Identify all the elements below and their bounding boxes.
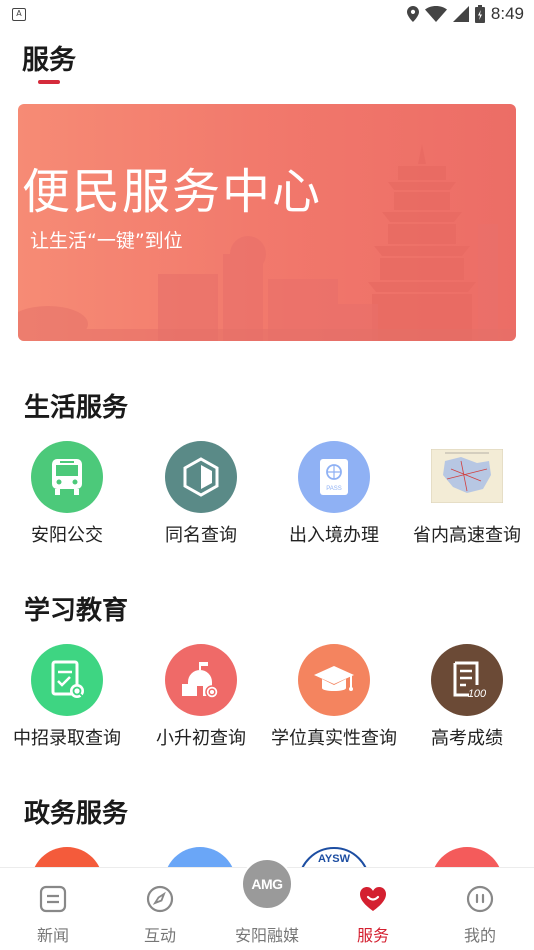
location-icon xyxy=(406,6,419,22)
tab-label: 新闻 xyxy=(36,926,69,945)
banner-subtitle: 让生活“一键”到位 xyxy=(30,230,183,252)
tab-label: 互动 xyxy=(143,926,176,945)
service-degree-verification[interactable]: 学位真实性查询 xyxy=(267,644,401,754)
bus-icon xyxy=(31,441,103,513)
score-paper-icon: 100 xyxy=(431,644,503,716)
wifi-icon xyxy=(424,6,447,22)
government-item-4-icon[interactable] xyxy=(431,847,503,867)
shield-icon xyxy=(165,441,237,513)
service-label: 同名查询 xyxy=(165,525,237,546)
battery-icon xyxy=(474,5,485,23)
tab-news[interactable]: 新闻 xyxy=(0,868,106,950)
compass-icon xyxy=(146,885,174,913)
tab-interaction[interactable]: 互动 xyxy=(107,868,213,950)
government-item-3-text: AYSW xyxy=(318,853,350,865)
tab-label: 服务 xyxy=(356,926,389,945)
status-time: 8:49 xyxy=(490,4,524,23)
education-services-row: 中招录取查询 小升初查询 学位真实性查询 100 高考成绩 xyxy=(0,644,534,754)
profile-icon xyxy=(466,885,494,913)
signal-icon xyxy=(452,6,469,22)
tab-label: 安阳融媒 xyxy=(234,926,299,945)
status-icons: 8:49 xyxy=(406,3,524,25)
government-item-1-icon[interactable] xyxy=(31,847,103,867)
tab-services[interactable]: 服务 xyxy=(320,868,426,950)
government-item-2-icon[interactable] xyxy=(164,847,236,867)
school-icon xyxy=(165,644,237,716)
notification-icon: A xyxy=(12,8,26,21)
graduation-cap-icon xyxy=(298,644,370,716)
banner-skyline-illustration xyxy=(18,144,516,341)
service-label: 高考成绩 xyxy=(431,728,503,749)
service-primary-to-middle[interactable]: 小升初查询 xyxy=(134,644,268,754)
service-anyang-bus[interactable]: 安阳公交 xyxy=(0,441,134,551)
service-exit-entry[interactable]: PASS 出入境办理 xyxy=(267,441,401,551)
heart-icon xyxy=(360,887,386,911)
service-label: 省内高速查询 xyxy=(413,525,521,546)
service-high-school-admission[interactable]: 中招录取查询 xyxy=(0,644,134,754)
document-check-icon xyxy=(31,644,103,716)
service-highway-query[interactable]: 省内高速查询 xyxy=(400,441,534,551)
service-label: 中招录取查询 xyxy=(13,728,121,749)
service-label: 学位真实性查询 xyxy=(271,728,397,749)
svg-text:PASS: PASS xyxy=(326,486,342,492)
status-bar: A 8:49 xyxy=(0,0,534,30)
service-label: 小升初查询 xyxy=(156,728,246,749)
service-same-name-query[interactable]: 同名查询 xyxy=(134,441,268,551)
logo-icon[interactable]: AMG xyxy=(241,858,293,910)
service-banner[interactable]: 便民服务中心 让生活“一键”到位 xyxy=(18,104,516,341)
banner-title: 便民服务中心 xyxy=(22,164,323,220)
section-title-education: 学习教育 xyxy=(24,596,129,626)
section-title-government: 政务服务 xyxy=(24,799,129,829)
title-underline xyxy=(38,80,60,84)
tab-mine[interactable]: 我的 xyxy=(427,868,533,950)
map-icon xyxy=(431,449,503,503)
service-college-exam-score[interactable]: 100 高考成绩 xyxy=(400,644,534,754)
tab-label: 我的 xyxy=(463,926,496,945)
page-title: 服务 xyxy=(22,45,76,76)
svg-text:100: 100 xyxy=(468,688,487,700)
service-label: 安阳公交 xyxy=(31,525,103,546)
life-services-row: 安阳公交 同名查询 PASS 出入境办理 省内高速查询 xyxy=(0,441,534,551)
news-icon xyxy=(39,885,67,913)
government-item-3-icon[interactable]: AYSW xyxy=(298,847,370,867)
section-title-life: 生活服务 xyxy=(24,393,129,423)
passport-icon: PASS xyxy=(298,441,370,513)
service-label: 出入境办理 xyxy=(289,525,379,546)
